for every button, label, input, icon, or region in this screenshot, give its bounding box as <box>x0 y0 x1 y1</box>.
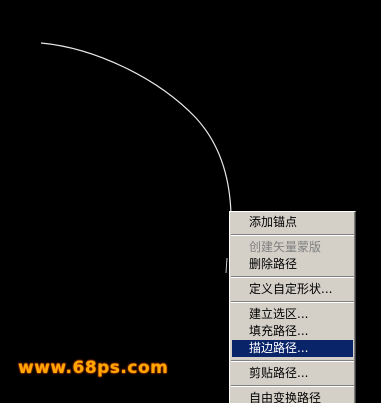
menu-item-stroke-path[interactable]: 描边路径... <box>232 340 353 357</box>
curved-path-line <box>40 42 232 216</box>
menu-item-fill-path[interactable]: 填充路径... <box>232 323 353 340</box>
menu-item-make-vector-mask[interactable]: 创建矢量蒙版 <box>232 239 353 256</box>
menu-separator <box>231 382 354 390</box>
menu-item-add-anchor-point[interactable]: 添加锚点 <box>232 214 353 231</box>
menu-item-make-selection[interactable]: 建立选区... <box>232 306 353 323</box>
menu-item-free-transform-path[interactable]: 自由变换路径 <box>232 390 353 403</box>
menu-separator <box>231 231 354 239</box>
menu-separator <box>231 298 354 306</box>
menu-item-define-custom-shape[interactable]: 定义自定形状... <box>232 281 353 298</box>
menu-separator <box>231 357 354 365</box>
site-watermark: www.68ps.com <box>18 358 169 378</box>
menu-separator <box>231 273 354 281</box>
curved-path-tail <box>225 257 228 274</box>
path-context-menu: 添加锚点 创建矢量蒙版 删除路径 定义自定形状... 建立选区... 填充路径.… <box>229 211 356 403</box>
photoshop-canvas[interactable]: 添加锚点 创建矢量蒙版 删除路径 定义自定形状... 建立选区... 填充路径.… <box>0 0 381 403</box>
menu-item-clipping-path[interactable]: 剪贴路径... <box>232 365 353 382</box>
menu-item-delete-path[interactable]: 删除路径 <box>232 256 353 273</box>
